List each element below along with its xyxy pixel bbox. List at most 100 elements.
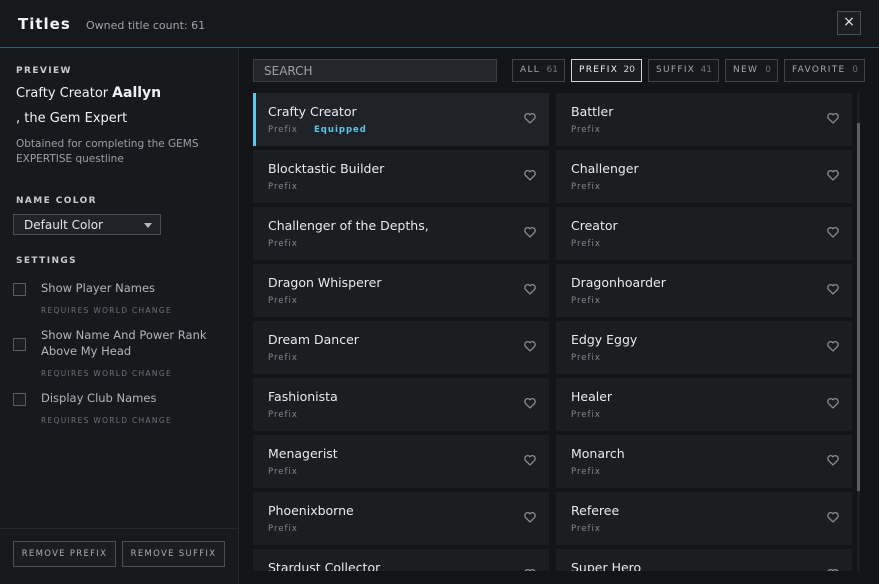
title-type: Prefix	[571, 125, 601, 135]
title-name: Monarch	[571, 446, 625, 461]
heart-outline-icon[interactable]	[826, 224, 840, 238]
filter-favorite-tab[interactable]: FAVORITE 0	[784, 59, 865, 82]
title-card[interactable]: Healer Prefix	[556, 378, 852, 431]
filter-all-label: ALL	[520, 65, 541, 75]
title-name: Fashionista	[268, 389, 338, 404]
title-type: Prefix	[268, 353, 298, 363]
heart-outline-icon[interactable]	[826, 452, 840, 466]
heart-outline-icon[interactable]	[826, 566, 840, 571]
heart-outline-icon[interactable]	[523, 110, 537, 124]
title-type: Prefix	[571, 410, 601, 420]
title-card[interactable]: Creator Prefix	[556, 207, 852, 260]
title-card[interactable]: Challenger of the Depths, Prefix	[253, 207, 549, 260]
heart-outline-icon[interactable]	[523, 509, 537, 523]
display-club-names-note: REQUIRES WORLD CHANGE	[41, 416, 172, 425]
title-name: Dream Dancer	[268, 332, 359, 347]
title-name: Blocktastic Builder	[268, 161, 385, 176]
preview-name-line: Crafty Creator Aallyn	[16, 85, 161, 101]
title-type: Prefix	[571, 296, 601, 306]
heart-outline-icon[interactable]	[826, 110, 840, 124]
title-card[interactable]: Dragonhoarder Prefix	[556, 264, 852, 317]
filter-new-label: NEW	[733, 65, 759, 75]
title-type: Prefix	[571, 353, 601, 363]
show-player-names-note: REQUIRES WORLD CHANGE	[41, 306, 172, 315]
filter-favorite-count: 0	[852, 65, 858, 75]
selected-indicator	[253, 93, 256, 146]
preview-description: Obtained for completing the GEMS EXPERTI…	[16, 138, 199, 165]
owned-title-count: Owned title count: 61	[86, 19, 206, 32]
preview-heading: PREVIEW	[16, 66, 72, 76]
heart-outline-icon[interactable]	[826, 509, 840, 523]
filter-prefix-label: PREFIX	[579, 65, 619, 75]
title-card[interactable]: Stardust CollectorPrefix	[253, 549, 549, 571]
title-type: Prefix	[571, 182, 601, 192]
heart-outline-icon[interactable]	[523, 452, 537, 466]
show-player-names-checkbox[interactable]	[13, 283, 26, 296]
title-bar: Titles Owned title count: 61 ×	[0, 0, 879, 48]
heart-outline-icon[interactable]	[523, 395, 537, 409]
filter-all-count: 61	[546, 65, 558, 75]
remove-suffix-button[interactable]: REMOVE SUFFIX	[122, 541, 225, 567]
title-card[interactable]: Fashionista Prefix	[253, 378, 549, 431]
show-player-names-label: Show Player Names	[41, 281, 156, 295]
heart-outline-icon[interactable]	[826, 395, 840, 409]
heart-outline-icon[interactable]	[826, 281, 840, 295]
name-color-heading: NAME COLOR	[16, 196, 97, 206]
title-card[interactable]: Edgy Eggy Prefix	[556, 321, 852, 374]
title-name: Battler	[571, 104, 614, 119]
heart-outline-icon[interactable]	[523, 566, 537, 571]
title-card[interactable]: Menagerist Prefix	[253, 435, 549, 488]
name-color-dropdown[interactable]: Default Color	[13, 214, 161, 235]
title-name: Creator	[571, 218, 618, 233]
title-card[interactable]: Referee Prefix	[556, 492, 852, 545]
title-type: Prefix	[571, 524, 601, 534]
heart-outline-icon[interactable]	[826, 338, 840, 352]
title-card[interactable]: Blocktastic Builder Prefix	[253, 150, 549, 203]
close-icon: ×	[843, 14, 855, 30]
settings-heading: SETTINGS	[16, 256, 78, 266]
show-name-power-rank-checkbox[interactable]	[13, 338, 26, 351]
heart-outline-icon[interactable]	[523, 224, 537, 238]
title-name: Crafty Creator	[268, 104, 357, 119]
filter-suffix-tab[interactable]: SUFFIX 41	[648, 59, 719, 82]
filter-new-tab[interactable]: NEW 0	[725, 59, 778, 82]
filter-new-count: 0	[765, 65, 771, 75]
heart-outline-icon[interactable]	[523, 281, 537, 295]
show-name-power-rank-note: REQUIRES WORLD CHANGE	[41, 369, 172, 378]
filter-prefix-count: 20	[623, 65, 635, 75]
title-name: Super Hero	[571, 560, 642, 571]
title-name: Stardust Collector	[268, 560, 381, 571]
title-card[interactable]: Dragon Whisperer Prefix	[253, 264, 549, 317]
title-name: Dragonhoarder	[571, 275, 666, 290]
title-card[interactable]: Crafty Creator Prefix Equipped	[253, 93, 549, 146]
search-input[interactable]	[253, 59, 497, 82]
title-name: Referee	[571, 503, 620, 518]
title-card[interactable]: Monarch Prefix	[556, 435, 852, 488]
display-club-names-checkbox[interactable]	[13, 393, 26, 406]
title-name: Dragon Whisperer	[268, 275, 382, 290]
title-card[interactable]: Super HeroPrefix	[556, 549, 852, 571]
title-name: Healer	[571, 389, 613, 404]
filter-prefix-tab[interactable]: PREFIX 20	[571, 59, 642, 82]
title-card[interactable]: Phoenixborne Prefix	[253, 492, 549, 545]
title-card[interactable]: Battler Prefix	[556, 93, 852, 146]
title-type: Prefix	[571, 239, 601, 249]
heart-outline-icon[interactable]	[523, 167, 537, 181]
title-list: Crafty Creator Prefix Equipped Battler Prefi…	[253, 93, 857, 571]
filter-all-tab[interactable]: ALL 61	[512, 59, 565, 82]
divider	[0, 528, 238, 529]
title-type: Prefix	[268, 524, 298, 534]
heart-outline-icon[interactable]	[826, 167, 840, 181]
remove-prefix-button[interactable]: REMOVE PREFIX	[13, 541, 116, 567]
preview-suffix: , the Gem Expert	[16, 111, 128, 126]
heart-outline-icon[interactable]	[523, 338, 537, 352]
title-card[interactable]: Dream Dancer Prefix	[253, 321, 549, 374]
show-name-power-rank-label: Show Name And Power Rank Above My Head	[41, 328, 207, 358]
close-button[interactable]: ×	[837, 11, 861, 35]
title-type: Prefix	[268, 239, 298, 249]
title-card[interactable]: Challenger Prefix	[556, 150, 852, 203]
title-type: Prefix	[268, 467, 298, 477]
scrollbar-thumb[interactable]	[857, 123, 860, 491]
left-panel: PREVIEW Crafty Creator Aallyn , the Gem E…	[0, 48, 239, 584]
filter-suffix-label: SUFFIX	[656, 65, 696, 75]
